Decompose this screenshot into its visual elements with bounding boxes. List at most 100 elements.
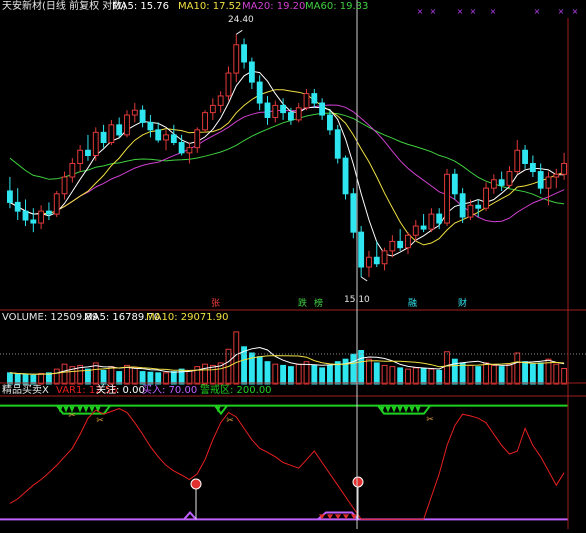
event-tag-die[interactable]: 跌	[298, 298, 307, 310]
volume-bar[interactable]	[327, 364, 333, 385]
volume-bar[interactable]	[514, 352, 521, 385]
candle-body[interactable]	[444, 173, 450, 224]
volume-bar[interactable]	[264, 361, 271, 385]
volume-bar[interactable]	[412, 367, 419, 385]
candle-body[interactable]	[108, 124, 115, 144]
candle-body[interactable]	[6, 190, 13, 203]
candle-body[interactable]	[170, 134, 177, 144]
volume-bar[interactable]	[272, 363, 279, 385]
candle-body[interactable]	[389, 240, 396, 252]
volume-bar[interactable]	[420, 368, 427, 385]
candle-body[interactable]	[139, 109, 146, 123]
volume-bar[interactable]	[209, 364, 216, 385]
candle-body[interactable]	[561, 162, 568, 175]
candle-body[interactable]	[342, 157, 349, 195]
candle-body[interactable]	[311, 93, 318, 104]
chart-canvas[interactable]: × × × × × × × × ✂ ✂ ✂ ✂	[0, 0, 586, 529]
stock-chart-window[interactable]: × × × × × × × × ✂ ✂ ✂ ✂ 天安新材(日线 前复权 对数) MA5: 15.76…	[0, 0, 586, 529]
volume-bar[interactable]	[38, 372, 45, 385]
candle-body[interactable]	[92, 131, 99, 157]
candle-body[interactable]	[209, 104, 216, 114]
candle-body[interactable]	[553, 173, 560, 178]
candle-body[interactable]	[248, 61, 255, 83]
volume-bar[interactable]	[498, 366, 505, 385]
candle-body[interactable]	[459, 193, 466, 218]
volume-bar[interactable]	[116, 371, 123, 385]
candle-body[interactable]	[436, 213, 443, 224]
volume-bar[interactable]	[537, 362, 544, 385]
candle-body[interactable]	[451, 173, 458, 195]
volume-bar[interactable]	[467, 364, 474, 385]
candle-body[interactable]	[334, 129, 341, 159]
volume-bar[interactable]	[405, 368, 411, 385]
candle-body[interactable]	[256, 81, 263, 104]
volume-bar[interactable]	[522, 361, 528, 385]
candle-body[interactable]	[100, 131, 107, 144]
volume-bar[interactable]	[381, 364, 388, 385]
candle-body[interactable]	[194, 129, 201, 149]
volume-bar[interactable]	[202, 363, 208, 385]
volume-bar[interactable]	[475, 366, 482, 385]
candle-body[interactable]	[490, 179, 497, 189]
candle-body[interactable]	[178, 142, 185, 154]
candle-body[interactable]	[53, 193, 60, 215]
volume-bar[interactable]	[373, 362, 380, 385]
volume-bar[interactable]	[108, 366, 115, 385]
price-panel[interactable]: × × × × × × × ×	[6, 7, 578, 282]
volume-bar[interactable]	[147, 371, 154, 385]
volume-bar[interactable]	[459, 362, 466, 385]
candle-body[interactable]	[420, 225, 427, 230]
volume-bar[interactable]	[233, 331, 240, 385]
candle-body[interactable]	[77, 149, 84, 164]
candle-body[interactable]	[295, 107, 302, 121]
indicator-panel[interactable]: ✂ ✂ ✂ ✂	[0, 404, 568, 521]
volume-bar[interactable]	[6, 372, 13, 385]
volume-bar[interactable]	[451, 358, 458, 385]
candle-body[interactable]	[155, 129, 162, 141]
candle-body[interactable]	[483, 187, 489, 209]
candle-body[interactable]	[30, 219, 37, 224]
candle-body[interactable]	[22, 210, 29, 221]
volume-bar[interactable]	[287, 366, 294, 385]
candle-body[interactable]	[428, 213, 435, 230]
volume-bar[interactable]	[85, 368, 91, 385]
candle-body[interactable]	[537, 171, 544, 189]
volume-bar[interactable]	[436, 369, 443, 385]
volume-bar[interactable]	[256, 356, 263, 385]
candle-body[interactable]	[147, 121, 154, 131]
volume-bar[interactable]	[139, 371, 146, 385]
volume-bar[interactable]	[444, 351, 450, 385]
volume-panel[interactable]	[0, 331, 586, 385]
candle-body[interactable]	[373, 256, 380, 265]
candle-body[interactable]	[280, 104, 287, 114]
candle-body[interactable]	[241, 44, 247, 63]
candle-body[interactable]	[358, 231, 365, 268]
candle-body[interactable]	[467, 204, 474, 218]
volume-bar[interactable]	[131, 367, 138, 385]
volume-bar[interactable]	[483, 362, 489, 385]
candle-body[interactable]	[381, 250, 388, 265]
candle-body[interactable]	[350, 193, 357, 233]
candle-body[interactable]	[412, 225, 419, 236]
candle-body[interactable]	[38, 210, 45, 224]
candle-body[interactable]	[264, 102, 271, 118]
candle-body[interactable]	[217, 95, 224, 106]
volume-bar[interactable]	[155, 372, 162, 385]
candle-body[interactable]	[405, 234, 411, 249]
candle-body[interactable]	[202, 112, 208, 131]
candle-body[interactable]	[319, 102, 326, 116]
event-tag-cai[interactable]: 财	[458, 298, 467, 310]
candle-body[interactable]	[69, 162, 76, 178]
volume-bar[interactable]	[506, 363, 513, 385]
volume-bar[interactable]	[163, 372, 169, 385]
volume-bar[interactable]	[490, 364, 497, 385]
volume-bar[interactable]	[53, 368, 60, 385]
candle-body[interactable]	[303, 93, 310, 109]
volume-bar[interactable]	[280, 364, 287, 385]
volume-bar[interactable]	[319, 367, 326, 385]
volume-bar[interactable]	[124, 364, 130, 385]
candle-body[interactable]	[498, 179, 505, 186]
volume-bar[interactable]	[529, 363, 536, 385]
candle-body[interactable]	[475, 204, 482, 209]
candle-body[interactable]	[397, 240, 404, 249]
